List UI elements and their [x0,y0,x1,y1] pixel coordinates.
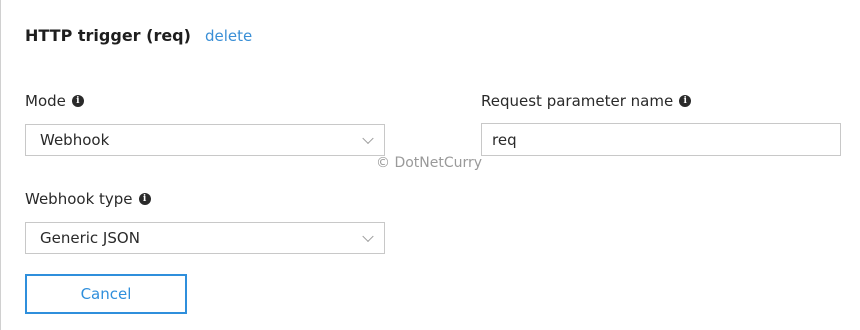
info-icon[interactable]: i [138,193,151,205]
mode-select[interactable]: Webhook [25,124,385,156]
info-icon[interactable]: i [679,95,692,107]
webhook-type-select[interactable]: Generic JSON [25,222,385,254]
info-icon[interactable]: i [71,95,84,107]
chevron-down-icon [362,230,374,243]
cancel-button[interactable]: Cancel [25,274,187,314]
request-parameter-input[interactable] [481,123,841,156]
mode-select-value: Webhook [40,131,110,149]
trigger-title: HTTP trigger (req) [25,26,191,45]
mode-label-row: Mode i [25,92,84,110]
left-edge-divider [0,0,1,330]
delete-link[interactable]: delete [205,27,252,45]
webhook-type-select-value: Generic JSON [40,229,140,247]
request-parameter-label: Request parameter name [481,92,674,110]
trigger-header: HTTP trigger (req) delete [25,26,252,45]
webhook-type-label-row: Webhook type i [25,190,151,208]
request-parameter-label-row: Request parameter name i [481,92,692,110]
chevron-down-icon [362,132,374,145]
watermark-text: © DotNetCurry [376,155,483,171]
mode-label: Mode [25,92,66,110]
webhook-type-label: Webhook type [25,190,133,208]
